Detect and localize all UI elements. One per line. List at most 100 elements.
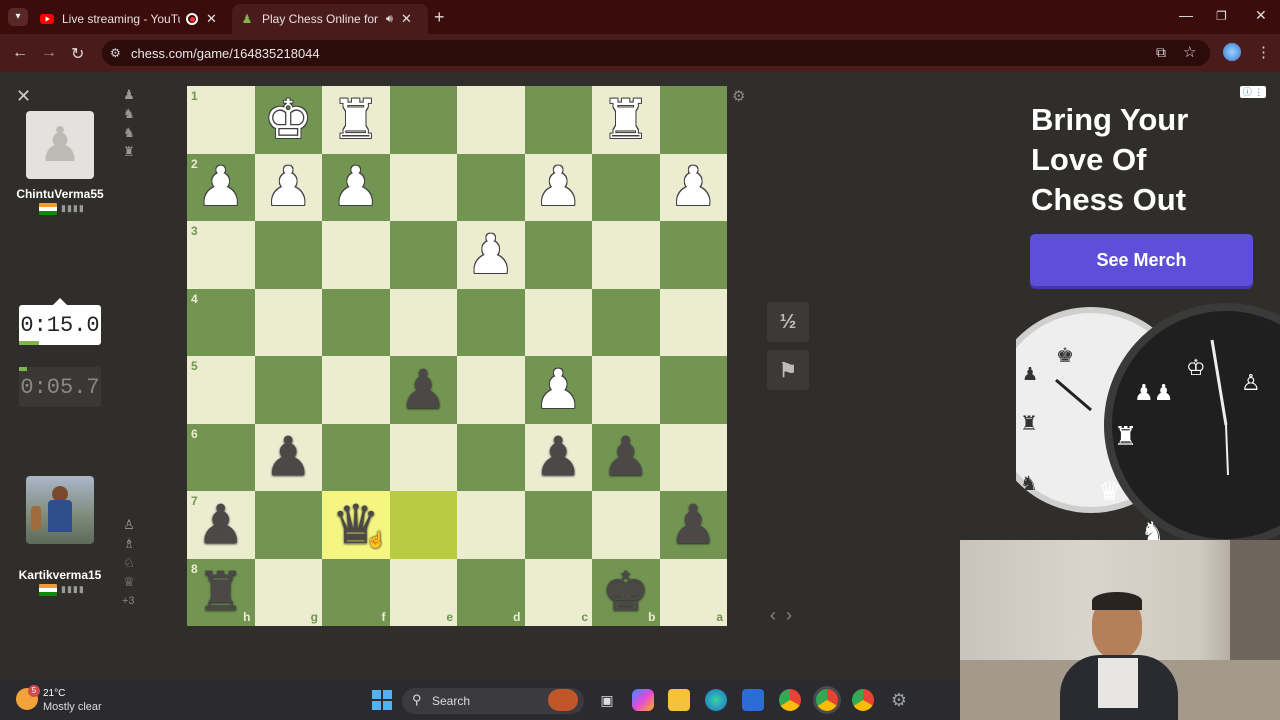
chess-board[interactable]: 1 ♚ ♜ ♜ 2 ♟ ♟ ♟ ♟ ♟ 3 ♟ 4 5 ♟ ♟ 6 ♟ ♟ ♟ 7 ♟ ♛ ♟ 8 h ♜ g f e d c b ♚ a — [187, 86, 727, 626]
black-pawn-icon[interactable]: ♟ — [669, 497, 717, 552]
square-e4[interactable] — [389, 288, 457, 356]
white-pawn-icon[interactable]: ♟ — [534, 362, 582, 417]
tab-chess[interactable]: ♟ Play Chess Online for FREE 🔊︎ ✕ — [232, 4, 428, 34]
square-a4[interactable] — [659, 288, 727, 356]
menu-icon[interactable]: ⋮ — [1256, 43, 1271, 61]
chrome-profile-icon[interactable] — [852, 689, 874, 711]
square-c3[interactable] — [524, 221, 592, 289]
square-g3[interactable] — [254, 221, 322, 289]
square-c6[interactable]: ♟ — [524, 423, 592, 491]
square-d3[interactable]: ♟ — [457, 221, 525, 289]
square-h2[interactable]: 2 ♟ — [187, 153, 255, 221]
square-c2[interactable]: ♟ — [524, 153, 592, 221]
black-king-icon[interactable]: ♚ — [602, 565, 650, 619]
square-f5[interactable] — [322, 356, 390, 424]
square-a5[interactable] — [659, 356, 727, 424]
minimize-button[interactable]: — — [1179, 7, 1193, 23]
settings-icon[interactable]: ⚙ — [888, 689, 910, 711]
square-a8[interactable]: a — [659, 558, 727, 626]
square-b6[interactable]: ♟ — [592, 423, 660, 491]
square-g2[interactable]: ♟ — [254, 153, 322, 221]
square-d2[interactable] — [457, 153, 525, 221]
avatar[interactable] — [26, 476, 94, 544]
audio-icon[interactable]: 🔊︎ — [386, 13, 393, 26]
square-h1[interactable]: 1 — [187, 86, 255, 154]
start-button[interactable] — [372, 690, 392, 710]
chrome-icon-active[interactable] — [816, 689, 838, 711]
player-name-top[interactable]: ChintuVerma55 — [0, 187, 120, 201]
close-tab-icon[interactable]: ✕ — [206, 11, 217, 27]
ad-clock-image[interactable]: ♔ ♙ ♟♟ ♜ ♛ ♞ ♚ ♟ ♜ ♞ — [1016, 300, 1280, 542]
copilot-icon[interactable] — [632, 689, 654, 711]
square-b8[interactable]: b ♚ — [592, 558, 660, 626]
square-b2[interactable] — [592, 153, 660, 221]
square-d5[interactable] — [457, 356, 525, 424]
square-h8[interactable]: 8 h ♜ — [187, 558, 255, 626]
square-f3[interactable] — [322, 221, 390, 289]
white-rook-icon[interactable]: ♜ — [602, 92, 650, 147]
task-view-icon[interactable]: ▣ — [596, 689, 618, 711]
square-b4[interactable] — [592, 288, 660, 356]
square-a3[interactable] — [659, 221, 727, 289]
square-e7[interactable] — [389, 491, 457, 559]
square-d4[interactable] — [457, 288, 525, 356]
tab-search-button[interactable]: ▾ — [8, 8, 28, 26]
square-f4[interactable] — [322, 288, 390, 356]
square-c1[interactable] — [524, 86, 592, 154]
new-tab-button[interactable]: + — [434, 7, 445, 28]
square-h3[interactable]: 3 — [187, 221, 255, 289]
file-explorer-icon[interactable] — [668, 689, 690, 711]
square-g4[interactable] — [254, 288, 322, 356]
white-pawn-icon[interactable]: ♟ — [467, 227, 515, 282]
square-e3[interactable] — [389, 221, 457, 289]
avatar[interactable]: ♟ — [26, 111, 94, 179]
black-pawn-icon[interactable]: ♟ — [264, 430, 312, 484]
square-b1[interactable]: ♜ — [592, 86, 660, 154]
black-pawn-icon[interactable]: ♟ — [602, 430, 650, 484]
install-app-icon[interactable]: ⧉ — [1156, 44, 1166, 61]
square-b5[interactable] — [592, 356, 660, 424]
player-name-bottom[interactable]: Kartikverma15 — [0, 568, 120, 582]
site-info-icon[interactable]: ⚙ — [110, 46, 121, 60]
square-h4[interactable]: 4 — [187, 288, 255, 356]
edge-icon[interactable] — [705, 689, 727, 711]
black-rook-icon[interactable]: ♜ — [197, 565, 245, 619]
white-rook-icon[interactable]: ♜ — [332, 92, 380, 147]
square-b3[interactable] — [592, 221, 660, 289]
white-pawn-icon[interactable]: ♟ — [332, 160, 380, 214]
square-d8[interactable]: d — [457, 558, 525, 626]
white-pawn-icon[interactable]: ♟ — [264, 160, 312, 214]
square-a2[interactable]: ♟ — [659, 153, 727, 221]
square-h6[interactable]: 6 — [187, 423, 255, 491]
square-f8[interactable]: f — [322, 558, 390, 626]
move-nav[interactable]: ‹› — [770, 605, 802, 626]
square-d1[interactable] — [457, 86, 525, 154]
previous-move-icon[interactable]: ‹ — [770, 605, 786, 625]
white-pawn-icon[interactable]: ♟ — [669, 160, 717, 214]
square-d6[interactable] — [457, 423, 525, 491]
square-g1[interactable]: ♚ — [254, 86, 322, 154]
square-e1[interactable] — [389, 86, 457, 154]
close-icon[interactable]: ✕ — [16, 86, 31, 107]
square-g8[interactable]: g — [254, 558, 322, 626]
close-tab-icon[interactable]: ✕ — [401, 11, 412, 27]
maximize-button[interactable]: ❐ — [1216, 9, 1227, 23]
search-highlight-icon[interactable] — [548, 689, 578, 711]
ad-headline[interactable]: Bring Your Love Of Chess Out — [1031, 100, 1261, 220]
resign-button[interactable]: ⚑ — [767, 350, 809, 390]
square-g6[interactable]: ♟ — [254, 423, 322, 491]
square-a6[interactable] — [659, 423, 727, 491]
square-h7[interactable]: 7 ♟ — [187, 491, 255, 559]
square-f2[interactable]: ♟ — [322, 153, 390, 221]
square-f6[interactable] — [322, 423, 390, 491]
square-e5[interactable]: ♟ — [389, 356, 457, 424]
square-a1[interactable] — [659, 86, 727, 154]
square-h5[interactable]: 5 — [187, 356, 255, 424]
profile-avatar[interactable] — [1223, 43, 1241, 61]
store-icon[interactable] — [742, 689, 764, 711]
square-c4[interactable] — [524, 288, 592, 356]
weather-description[interactable]: Mostly clear — [43, 701, 102, 713]
ad-choices-icon[interactable]: ⓘ ⋮ — [1240, 86, 1266, 98]
square-g7[interactable] — [254, 491, 322, 559]
square-f1[interactable]: ♜ — [322, 86, 390, 154]
